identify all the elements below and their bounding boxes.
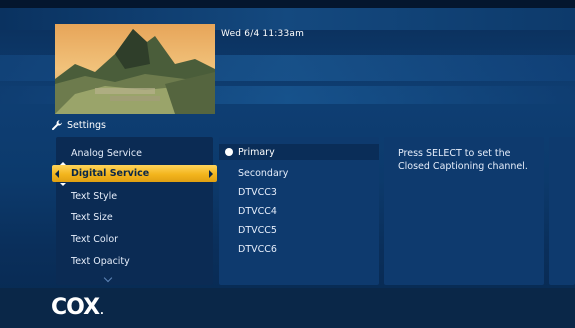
- menu-item-text-size[interactable]: Text Size: [71, 212, 113, 223]
- help-panel: Press SELECT to set the Closed Captionin…: [384, 137, 544, 285]
- wrench-icon: [52, 120, 62, 131]
- menu-item-analog-service[interactable]: Analog Service: [71, 148, 142, 159]
- option-dtvcc6[interactable]: DTVCC6: [238, 244, 277, 255]
- menu-item-text-style[interactable]: Text Style: [71, 191, 117, 202]
- help-text: Press SELECT to set the Closed Captionin…: [398, 148, 528, 172]
- option-dtvcc5[interactable]: DTVCC5: [238, 225, 277, 236]
- menu-item-text-opacity[interactable]: Text Opacity: [71, 256, 130, 267]
- cox-logo: COX.: [51, 295, 104, 320]
- menu-item-label: Digital Service: [71, 168, 150, 179]
- tv-screen: Wed 6/4 11:33am Settings Analog Service …: [0, 0, 575, 328]
- menu-item-text-color[interactable]: Text Color: [71, 234, 118, 245]
- option-label: Primary: [238, 147, 275, 158]
- side-panel: [549, 137, 575, 285]
- datetime-label: Wed 6/4 11:33am: [221, 29, 305, 39]
- mountain-landscape-image: [55, 24, 215, 114]
- option-dtvcc4[interactable]: DTVCC4: [238, 206, 277, 217]
- preview-thumbnail: [55, 24, 215, 114]
- options-panel: Primary Secondary DTVCC3 DTVCC4 DTVCC5 D…: [219, 137, 379, 285]
- option-primary[interactable]: Primary: [219, 144, 379, 160]
- section-title: Settings: [67, 119, 106, 131]
- section-header: Settings: [51, 118, 106, 132]
- option-dtvcc3[interactable]: DTVCC3: [238, 187, 277, 198]
- scroll-down-chevron-icon[interactable]: [103, 273, 113, 283]
- caret-down-icon: [60, 183, 66, 186]
- radio-selected-icon: [225, 148, 233, 156]
- arrow-left-icon: [55, 170, 59, 178]
- menu-item-digital-service[interactable]: Digital Service: [52, 165, 217, 182]
- settings-menu-panel: Analog Service Digital Service Text Styl…: [52, 137, 217, 285]
- option-secondary[interactable]: Secondary: [238, 168, 288, 179]
- arrow-right-icon: [209, 170, 213, 178]
- logo-dot: .: [100, 306, 104, 317]
- logo-text: COX: [51, 295, 100, 320]
